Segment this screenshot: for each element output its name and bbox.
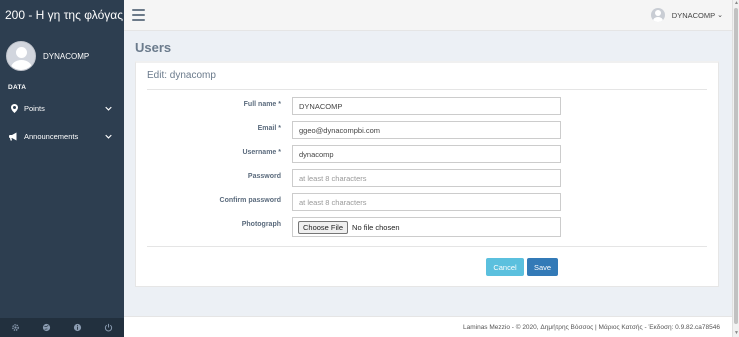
main-content: Users Edit: dynacomp Full name * Email *… xyxy=(124,31,732,321)
sidebar-user-name: DYNACOMP xyxy=(43,51,90,61)
email-label: Email * xyxy=(257,125,281,132)
menu-toggle-icon[interactable] xyxy=(132,9,145,21)
choose-file-button[interactable]: Choose File xyxy=(298,220,349,234)
power-icon[interactable] xyxy=(104,323,114,333)
username-input[interactable] xyxy=(292,145,561,163)
avatar xyxy=(650,8,665,22)
username-label: Username * xyxy=(242,149,281,156)
divider xyxy=(147,246,707,247)
bullhorn-icon xyxy=(8,132,20,141)
app-title[interactable]: 200 - Η γη της φλόγας xyxy=(0,0,124,31)
full-name-label: Full name * xyxy=(243,101,281,108)
info-icon[interactable] xyxy=(73,323,83,333)
chevron-down-icon xyxy=(104,134,112,139)
globe-icon[interactable] xyxy=(42,323,52,333)
email-input[interactable] xyxy=(292,121,561,139)
email-row: Email * xyxy=(136,121,718,139)
scroll-up-icon[interactable]: ▲ xyxy=(733,0,739,7)
sidebar-item-points[interactable]: Points xyxy=(0,94,124,122)
confirm-password-row: Confirm password xyxy=(136,193,718,211)
sidebar-footer xyxy=(0,318,124,337)
top-user-name: DYNACOMP xyxy=(671,10,716,20)
sidebar: 200 - Η γη της φλόγας DYNACOMP DATA Poin… xyxy=(0,0,124,337)
chevron-down-icon: ⌄ xyxy=(717,12,723,19)
confirm-password-label: Confirm password xyxy=(219,197,281,204)
edit-user-box: Edit: dynacomp Full name * Email * Usern… xyxy=(135,61,719,287)
sidebar-item-label: Announcements xyxy=(24,131,79,141)
divider xyxy=(147,89,707,90)
full-name-input[interactable] xyxy=(292,97,561,115)
chevron-down-icon xyxy=(104,106,112,111)
topbar: DYNACOMP ⌄ xyxy=(124,0,739,31)
username-row: Username * xyxy=(136,145,718,163)
box-title: Edit: dynacomp xyxy=(147,70,216,81)
save-button[interactable]: Save xyxy=(527,258,558,276)
footer-text: Laminas Mezzio - © 2020, Δημήτρης Βόσσος… xyxy=(462,324,720,331)
password-row: Password xyxy=(136,169,718,187)
section-header-data: DATA xyxy=(8,84,27,91)
photograph-label: Photograph xyxy=(241,221,281,228)
confirm-password-input[interactable] xyxy=(292,193,561,211)
scroll-down-icon[interactable]: ▼ xyxy=(733,330,739,337)
full-name-row: Full name * xyxy=(136,97,718,115)
file-status: No file chosen xyxy=(352,222,400,232)
user-panel: DYNACOMP xyxy=(0,35,124,77)
scroll-thumb[interactable] xyxy=(734,8,738,324)
password-label: Password xyxy=(247,173,281,180)
map-marker-icon xyxy=(8,103,20,113)
sidebar-item-label: Points xyxy=(24,103,45,113)
sidebar-item-announcements[interactable]: Announcements xyxy=(0,122,124,150)
user-menu[interactable]: DYNACOMP ⌄ xyxy=(650,8,723,22)
gear-icon[interactable] xyxy=(11,323,21,333)
cancel-button[interactable]: Cancel xyxy=(486,258,524,276)
avatar xyxy=(6,41,36,71)
footer: Laminas Mezzio - © 2020, Δημήτρης Βόσσος… xyxy=(124,316,732,337)
password-input[interactable] xyxy=(292,169,561,187)
photograph-file-input[interactable]: Choose File No file chosen xyxy=(292,217,561,237)
scrollbar[interactable]: ▲ ▼ xyxy=(732,0,739,337)
photograph-row: Photograph Choose File No file chosen xyxy=(136,217,718,237)
page-title: Users xyxy=(135,40,172,55)
